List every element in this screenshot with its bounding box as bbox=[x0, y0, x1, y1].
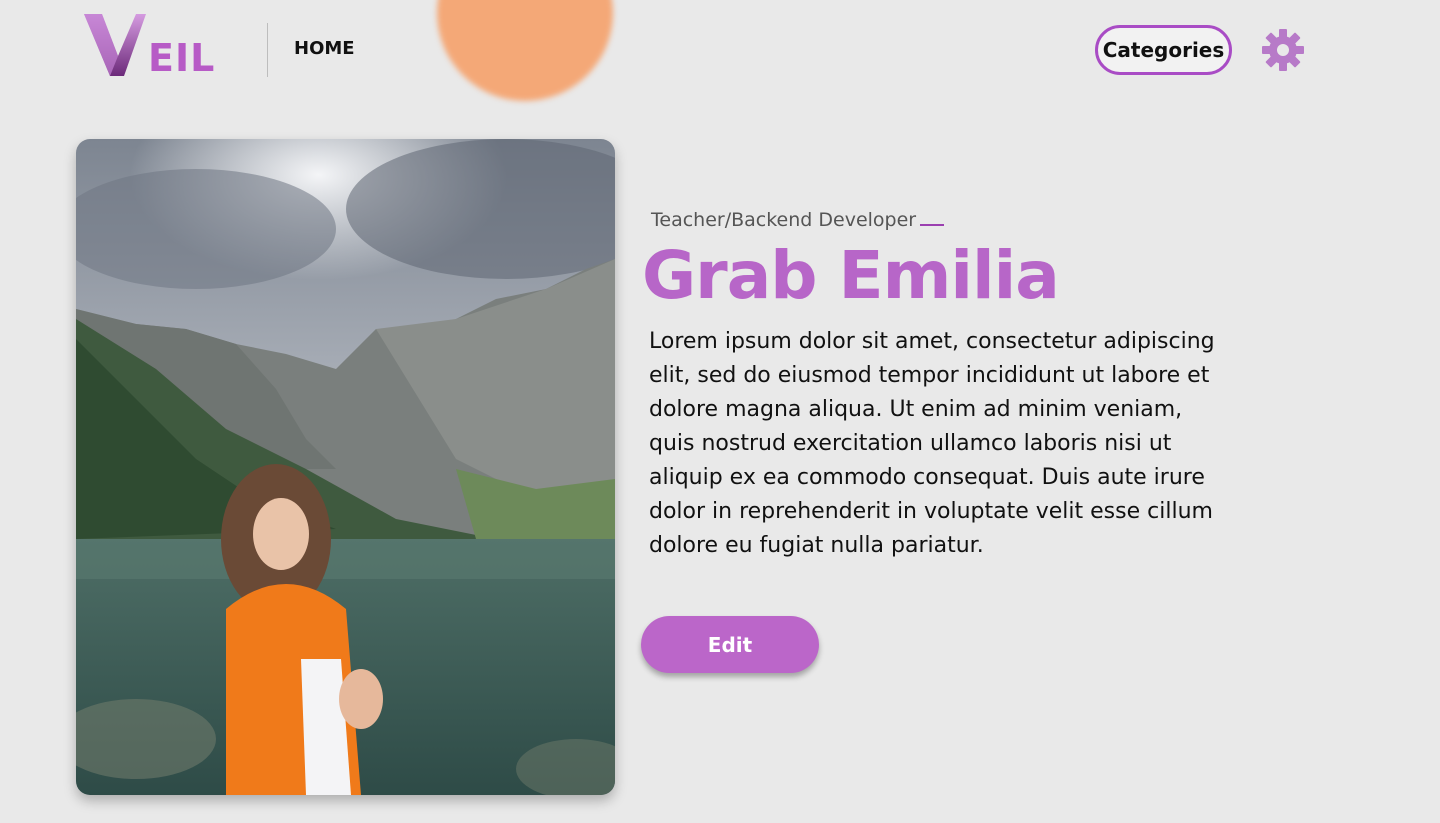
profile-bio: Lorem ipsum dolor sit amet, consectetur … bbox=[649, 329, 1215, 558]
nav-home-link[interactable]: HOME bbox=[294, 38, 355, 60]
logo-v-icon bbox=[84, 14, 146, 76]
gear-icon[interactable] bbox=[1261, 28, 1305, 72]
profile-role: Teacher/Backend Developer bbox=[651, 208, 945, 232]
categories-button[interactable]: Categories bbox=[1095, 25, 1232, 75]
logo-text: EIL bbox=[148, 36, 216, 80]
profile-name: Grab Emilia bbox=[642, 237, 1060, 314]
header-divider bbox=[267, 23, 268, 77]
role-underline bbox=[920, 223, 945, 226]
profile-photo bbox=[76, 139, 615, 795]
decorative-orange-blob bbox=[437, 0, 613, 101]
edit-button[interactable]: Edit bbox=[641, 616, 819, 673]
role-text: Teacher/Backend Developer bbox=[651, 209, 917, 231]
